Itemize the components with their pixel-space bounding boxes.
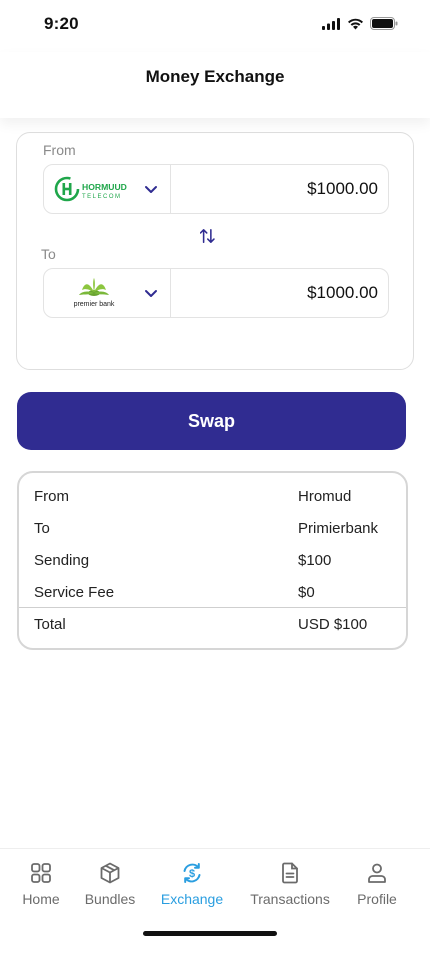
to-row: premier bank $1000.00 xyxy=(43,268,389,318)
status-time: 9:20 xyxy=(44,14,79,33)
swap-direction-icon[interactable] xyxy=(200,220,230,252)
summary-row: To Primierbank xyxy=(19,513,406,545)
summary-row: From Hromud xyxy=(19,481,406,513)
cellular-signal-icon xyxy=(322,17,340,30)
tab-label: Exchange xyxy=(160,891,224,907)
summary-total-row: Total USD $100 xyxy=(19,609,406,641)
premier-bank-logo: premier bank xyxy=(74,278,115,308)
svg-text:$: $ xyxy=(189,868,195,880)
tab-label: Bundles xyxy=(84,891,136,907)
status-bar: 9:20 xyxy=(0,0,430,52)
summary-key: To xyxy=(34,520,50,537)
swap-button[interactable]: Swap xyxy=(17,392,406,450)
to-label: To xyxy=(41,246,56,262)
tab-label: Home xyxy=(22,891,60,907)
tab-home[interactable]: Home xyxy=(16,861,66,907)
document-icon xyxy=(282,862,298,884)
summary-value: Hromud xyxy=(298,488,352,505)
home-indicator xyxy=(143,931,277,936)
chevron-down-icon xyxy=(145,186,157,193)
summary-divider xyxy=(19,607,406,608)
user-icon xyxy=(368,863,386,883)
summary-row: Service Fee $0 xyxy=(19,577,406,609)
to-provider-select[interactable]: premier bank xyxy=(44,269,171,317)
summary-key: Total xyxy=(34,616,66,633)
summary-key: Service Fee xyxy=(34,584,115,601)
summary-key: From xyxy=(34,488,69,505)
hormuud-logo: HORMUUD TELECOM xyxy=(54,176,127,202)
summary-value: $100 xyxy=(298,552,332,569)
page-title: Money Exchange xyxy=(145,67,285,86)
summary-value: Primierbank xyxy=(298,520,379,537)
to-amount-input[interactable]: $1000.00 xyxy=(171,269,388,317)
tab-label: Transactions xyxy=(250,891,330,907)
tab-exchange[interactable]: $ Exchange xyxy=(156,861,228,907)
battery-icon xyxy=(370,17,398,30)
status-icons xyxy=(322,17,398,30)
box-icon xyxy=(100,862,120,884)
svg-text:premier bank: premier bank xyxy=(74,301,115,308)
from-amount-input[interactable]: $1000.00 xyxy=(171,165,388,213)
grid-icon xyxy=(31,863,51,883)
summary-value: $0 xyxy=(298,584,315,601)
chevron-down-icon xyxy=(145,290,157,297)
svg-text:HORMUUD: HORMUUD xyxy=(82,182,127,192)
from-row: HORMUUD TELECOM $1000.00 xyxy=(43,164,389,214)
summary-card: From Hromud To Primierbank Sending $100 … xyxy=(17,471,408,650)
tab-bar: Home Bundles $ Exchange Transactions Pro… xyxy=(0,848,430,955)
summary-key: Sending xyxy=(34,552,90,569)
tab-profile[interactable]: Profile xyxy=(352,861,402,907)
tab-transactions[interactable]: Transactions xyxy=(245,861,335,907)
header: Money Exchange xyxy=(0,52,430,118)
tab-label: Profile xyxy=(357,891,397,907)
summary-row: Sending $100 xyxy=(19,545,406,577)
from-label: From xyxy=(43,142,76,158)
wifi-icon xyxy=(348,18,363,29)
svg-text:TELECOM: TELECOM xyxy=(82,194,122,200)
summary-value: USD $100 xyxy=(298,616,368,633)
tab-bundles[interactable]: Bundles xyxy=(80,861,140,907)
from-provider-select[interactable]: HORMUUD TELECOM xyxy=(44,165,171,213)
exchange-icon: $ xyxy=(183,863,201,883)
